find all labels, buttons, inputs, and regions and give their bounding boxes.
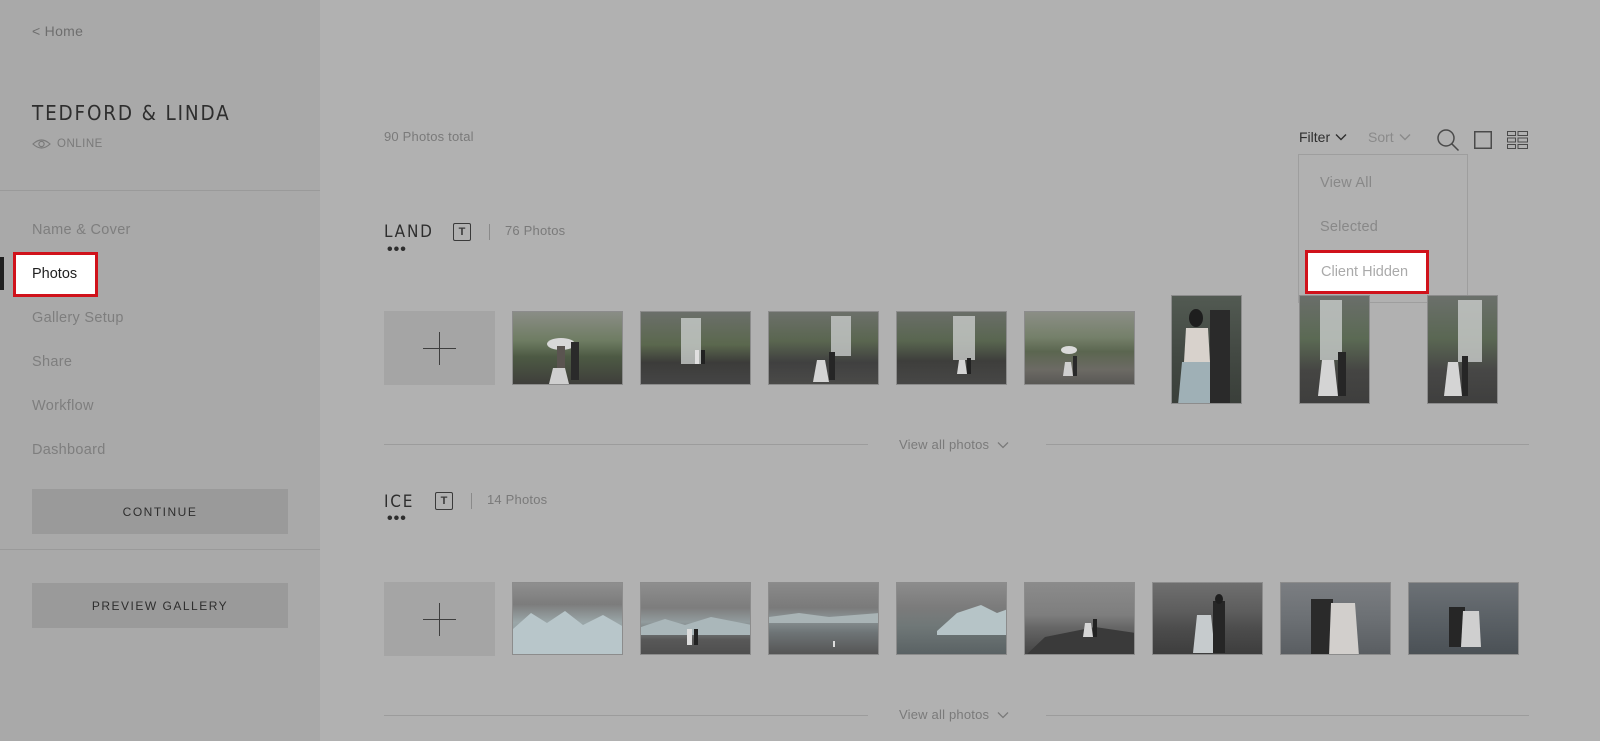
- view-all-photos-button[interactable]: View all photos: [899, 437, 1009, 452]
- set-title: ICE: [384, 492, 415, 512]
- nav-photos[interactable]: Photos: [13, 252, 98, 297]
- divider: [384, 444, 868, 445]
- divider: [1046, 444, 1529, 445]
- continue-button[interactable]: CONTINUE: [32, 489, 288, 534]
- photos-total: 90 Photos total: [384, 129, 474, 144]
- nav-workflow[interactable]: Workflow: [32, 398, 94, 414]
- divider: [1046, 715, 1529, 716]
- photo-thumbnail[interactable]: [1024, 311, 1135, 385]
- photo-thumbnail[interactable]: [1024, 582, 1135, 655]
- chevron-down-icon: [1335, 134, 1347, 141]
- nav-share[interactable]: Share: [32, 354, 72, 370]
- text-tool-icon[interactable]: T: [435, 492, 453, 510]
- photo-thumbnail[interactable]: [768, 582, 879, 655]
- chevron-down-icon: [1399, 134, 1411, 141]
- view-all-photos-button[interactable]: View all photos: [899, 707, 1009, 722]
- set-count: 14 Photos: [487, 492, 548, 507]
- photo-thumbnail[interactable]: [640, 311, 751, 385]
- filter-view-all[interactable]: View All: [1320, 175, 1372, 191]
- photo-thumbnail[interactable]: [1408, 582, 1519, 655]
- photo-thumbnail[interactable]: [512, 582, 623, 655]
- nav-photos-label: Photos: [32, 266, 78, 282]
- preview-gallery-button[interactable]: PREVIEW GALLERY: [32, 583, 288, 628]
- view-all-label: View all photos: [899, 437, 990, 452]
- separator: [489, 224, 490, 240]
- more-options-icon[interactable]: •••: [387, 511, 407, 527]
- chevron-down-icon: [997, 711, 1009, 718]
- divider: [0, 190, 320, 191]
- nav-dashboard[interactable]: Dashboard: [32, 442, 106, 458]
- sort-dropdown[interactable]: Sort: [1368, 129, 1411, 145]
- set-count: 76 Photos: [505, 223, 566, 238]
- filter-client-hidden[interactable]: Client Hidden: [1305, 250, 1429, 294]
- filter-client-hidden-label: Client Hidden: [1321, 264, 1409, 280]
- gallery-title: TEDFORD & LINDA: [32, 101, 231, 125]
- home-link[interactable]: < Home: [32, 23, 83, 39]
- status-text: ONLINE: [57, 138, 103, 150]
- photo-thumbnail[interactable]: [896, 582, 1007, 655]
- photo-thumbnail[interactable]: [1152, 582, 1263, 655]
- photo-thumbnail[interactable]: [1427, 295, 1498, 404]
- visibility-status: ONLINE: [32, 138, 103, 150]
- filter-label: Filter: [1299, 129, 1331, 145]
- add-photo-button[interactable]: [384, 582, 495, 656]
- nav-gallery-setup[interactable]: Gallery Setup: [32, 310, 124, 326]
- more-options-icon[interactable]: •••: [387, 242, 407, 258]
- sidebar: < Home TEDFORD & LINDA ONLINE Name & Cov…: [0, 0, 320, 741]
- active-indicator: [0, 257, 4, 290]
- divider: [0, 549, 320, 550]
- photo-thumbnail[interactable]: [1280, 582, 1391, 655]
- chevron-down-icon: [997, 441, 1009, 448]
- search-icon[interactable]: [1436, 128, 1460, 152]
- photo-thumbnail[interactable]: [1299, 295, 1370, 404]
- divider: [384, 715, 868, 716]
- add-photo-button[interactable]: [384, 311, 495, 385]
- eye-icon: [32, 139, 51, 149]
- sort-label: Sort: [1368, 129, 1394, 145]
- photo-thumbnail[interactable]: [768, 311, 879, 385]
- large-view-icon[interactable]: [1474, 131, 1492, 149]
- grid-view-icon[interactable]: [1507, 131, 1528, 149]
- filter-dropdown[interactable]: Filter: [1299, 129, 1347, 145]
- view-all-label: View all photos: [899, 707, 990, 722]
- photo-thumbnail[interactable]: [896, 311, 1007, 385]
- nav-name-cover[interactable]: Name & Cover: [32, 222, 131, 238]
- photo-thumbnail[interactable]: [640, 582, 751, 655]
- photo-thumbnail[interactable]: [1171, 295, 1242, 404]
- set-title: LAND: [384, 222, 434, 242]
- photo-thumbnail[interactable]: [512, 311, 623, 385]
- text-tool-icon[interactable]: T: [453, 223, 471, 241]
- filter-selected[interactable]: Selected: [1320, 219, 1378, 235]
- separator: [471, 493, 472, 509]
